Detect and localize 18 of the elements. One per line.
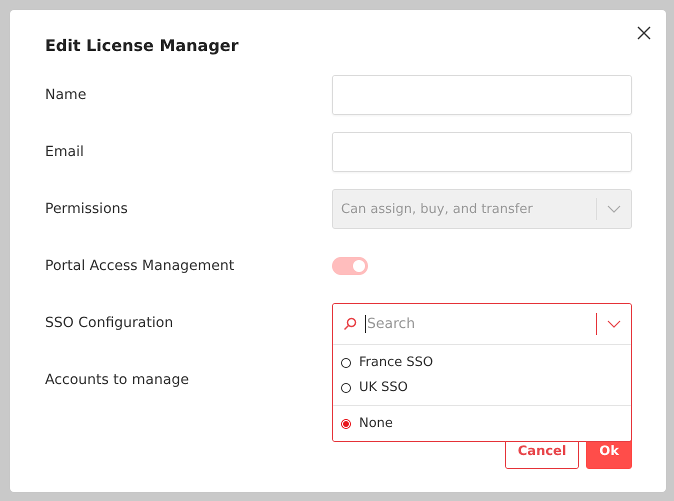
- toggle-switch[interactable]: [332, 257, 368, 275]
- chevron-icon: [607, 205, 621, 213]
- radio-option[interactable]: None: [333, 411, 631, 436]
- field-label: Name: [45, 87, 88, 103]
- text-field[interactable]: [332, 132, 632, 172]
- radio-option[interactable]: France SSO: [333, 350, 631, 375]
- close-icon[interactable]: [636, 25, 652, 41]
- field-label: SSO Configuration: [45, 315, 174, 331]
- field-label: Portal Access Management: [45, 258, 236, 274]
- text-field[interactable]: [332, 75, 632, 115]
- chevron-icon: [607, 320, 621, 328]
- field-label: Email: [45, 144, 85, 160]
- field-label: Permissions: [45, 201, 129, 217]
- dialog-title: Edit License Manager: [45, 36, 240, 55]
- search-icon: [343, 317, 357, 331]
- field-label: Accounts to manage: [45, 372, 190, 388]
- sso-dropdown[interactable]: Search France SSO UK SSO None: [332, 303, 632, 442]
- radio-option[interactable]: UK SSO: [333, 375, 631, 400]
